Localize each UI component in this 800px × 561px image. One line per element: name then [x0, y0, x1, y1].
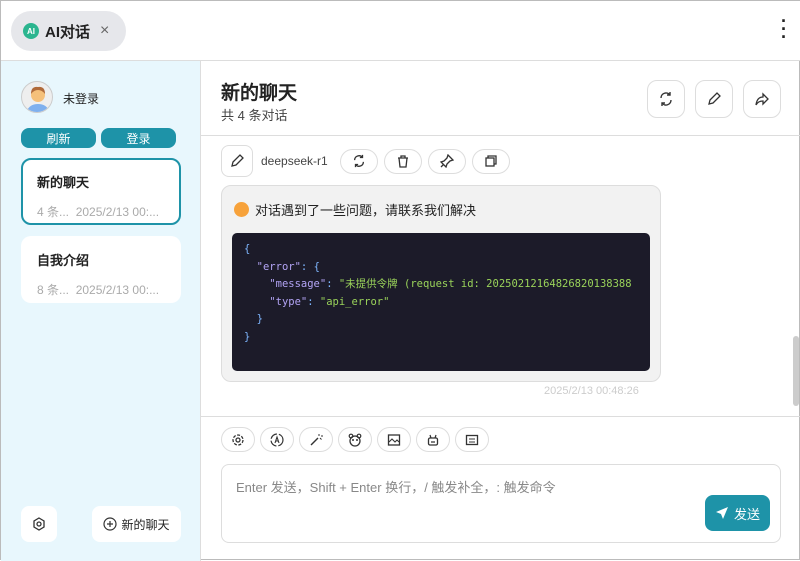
conversation-count: 共 4 条对话 — [221, 108, 288, 123]
chat-input[interactable] — [222, 465, 780, 542]
settings-icon — [33, 517, 45, 531]
user-name: 未登录 — [63, 92, 100, 106]
refresh-icon — [660, 92, 672, 106]
send-icon — [715, 507, 728, 519]
pin-button[interactable] — [427, 148, 466, 174]
input-area: 发送 — [201, 416, 800, 561]
pin-icon — [439, 154, 454, 168]
mask-button[interactable] — [338, 427, 372, 452]
share-icon — [755, 92, 769, 106]
code-line: "message": "未提供令牌 (request id: 202502121… — [269, 278, 632, 290]
code-line: } — [244, 330, 251, 343]
conversation-title: 自我介绍 — [37, 253, 90, 268]
ai-logo-icon: AI — [23, 23, 39, 39]
login-button[interactable]: 登录 — [101, 128, 176, 148]
shortcut-button[interactable] — [455, 427, 489, 452]
edit-button[interactable] — [695, 80, 733, 118]
send-button[interactable]: 发送 — [705, 495, 770, 531]
copy-icon — [485, 155, 497, 167]
image-icon — [387, 433, 401, 446]
tab-bar: AI AI对话 × · · · — [1, 1, 800, 61]
refresh-button[interactable] — [647, 80, 685, 118]
message-actions: deepseek-r1 — [221, 145, 510, 177]
conversation-title: 新的聊天 — [37, 175, 90, 190]
plus-circle-icon — [103, 517, 118, 531]
tab-title: AI对话 — [45, 23, 91, 41]
conversation-count: 8 条... — [37, 283, 70, 297]
page-title: 新的聊天 — [221, 83, 298, 104]
code-line: "error": { — [256, 260, 320, 273]
close-icon[interactable]: × — [100, 22, 109, 40]
avatar[interactable] — [21, 81, 53, 113]
more-vertical-icon[interactable]: · · · — [781, 12, 787, 46]
message-time: 2025/2/13 00:48:26 — [544, 385, 639, 397]
refresh-icon — [353, 154, 364, 168]
delete-button[interactable] — [383, 148, 422, 174]
pencil-icon — [708, 92, 721, 105]
copy-button[interactable] — [471, 148, 510, 174]
conversation-count: 4 条... — [37, 205, 70, 219]
tab-ai-chat[interactable]: AI AI对话 × — [11, 11, 126, 51]
model-name: deepseek-r1 — [261, 154, 328, 168]
auto-theme-icon — [270, 432, 284, 447]
keyboard-icon — [465, 434, 479, 445]
settings-button[interactable] — [21, 506, 57, 542]
sidebar: 未登录 刷新 登录 新的聊天 4 条... 2025/2/13 00:... 自… — [1, 61, 201, 561]
input-toolbar — [221, 427, 489, 452]
share-button[interactable] — [743, 80, 781, 118]
conversation-time: 2025/2/13 00:... — [75, 283, 160, 297]
new-chat-label: 新的聊天 — [121, 517, 170, 532]
chat-input-box: 发送 — [221, 464, 781, 543]
code-line: } — [244, 313, 263, 325]
chat-header: 新的聊天 共 4 条对话 — [201, 61, 800, 136]
conversation-time: 2025/2/13 00:... — [75, 205, 160, 219]
new-chat-button[interactable]: 新的聊天 — [92, 506, 181, 542]
code-block: { "error": { "message": "未提供令牌 (request … — [232, 233, 650, 371]
scrollbar[interactable] — [793, 336, 799, 406]
robot-icon — [427, 434, 439, 446]
image-button[interactable] — [377, 427, 411, 452]
conversation-item[interactable]: 自我介绍 8 条... 2025/2/13 00:... — [21, 236, 181, 303]
settings-icon — [232, 433, 244, 446]
message-text: 对话遇到了一些问题，请联系我们解决 — [255, 203, 477, 218]
settings-button[interactable] — [221, 427, 255, 452]
trash-icon — [397, 155, 408, 168]
send-label: 发送 — [733, 506, 760, 522]
theme-button[interactable] — [260, 427, 294, 452]
prompt-button[interactable] — [299, 427, 333, 452]
retry-button[interactable] — [339, 148, 378, 174]
code-line: "type": "api_error" — [269, 295, 390, 308]
mask-face-icon — [348, 433, 362, 447]
laughing-emoji-icon — [234, 202, 249, 217]
assistant-message: 对话遇到了一些问题，请联系我们解决 { "error": { "message"… — [221, 185, 661, 382]
refresh-button[interactable]: 刷新 — [21, 128, 96, 148]
chat-main: 新的聊天 共 4 条对话 deepseek-r1 对话遇到了一些问题，请联系我们… — [201, 61, 800, 561]
pencil-icon — [231, 154, 244, 167]
magic-wand-icon — [310, 433, 323, 445]
edit-message-button[interactable] — [221, 145, 253, 177]
code-line: { — [244, 243, 251, 255]
conversation-item[interactable]: 新的聊天 4 条... 2025/2/13 00:... — [21, 158, 181, 225]
robot-button[interactable] — [416, 427, 450, 452]
